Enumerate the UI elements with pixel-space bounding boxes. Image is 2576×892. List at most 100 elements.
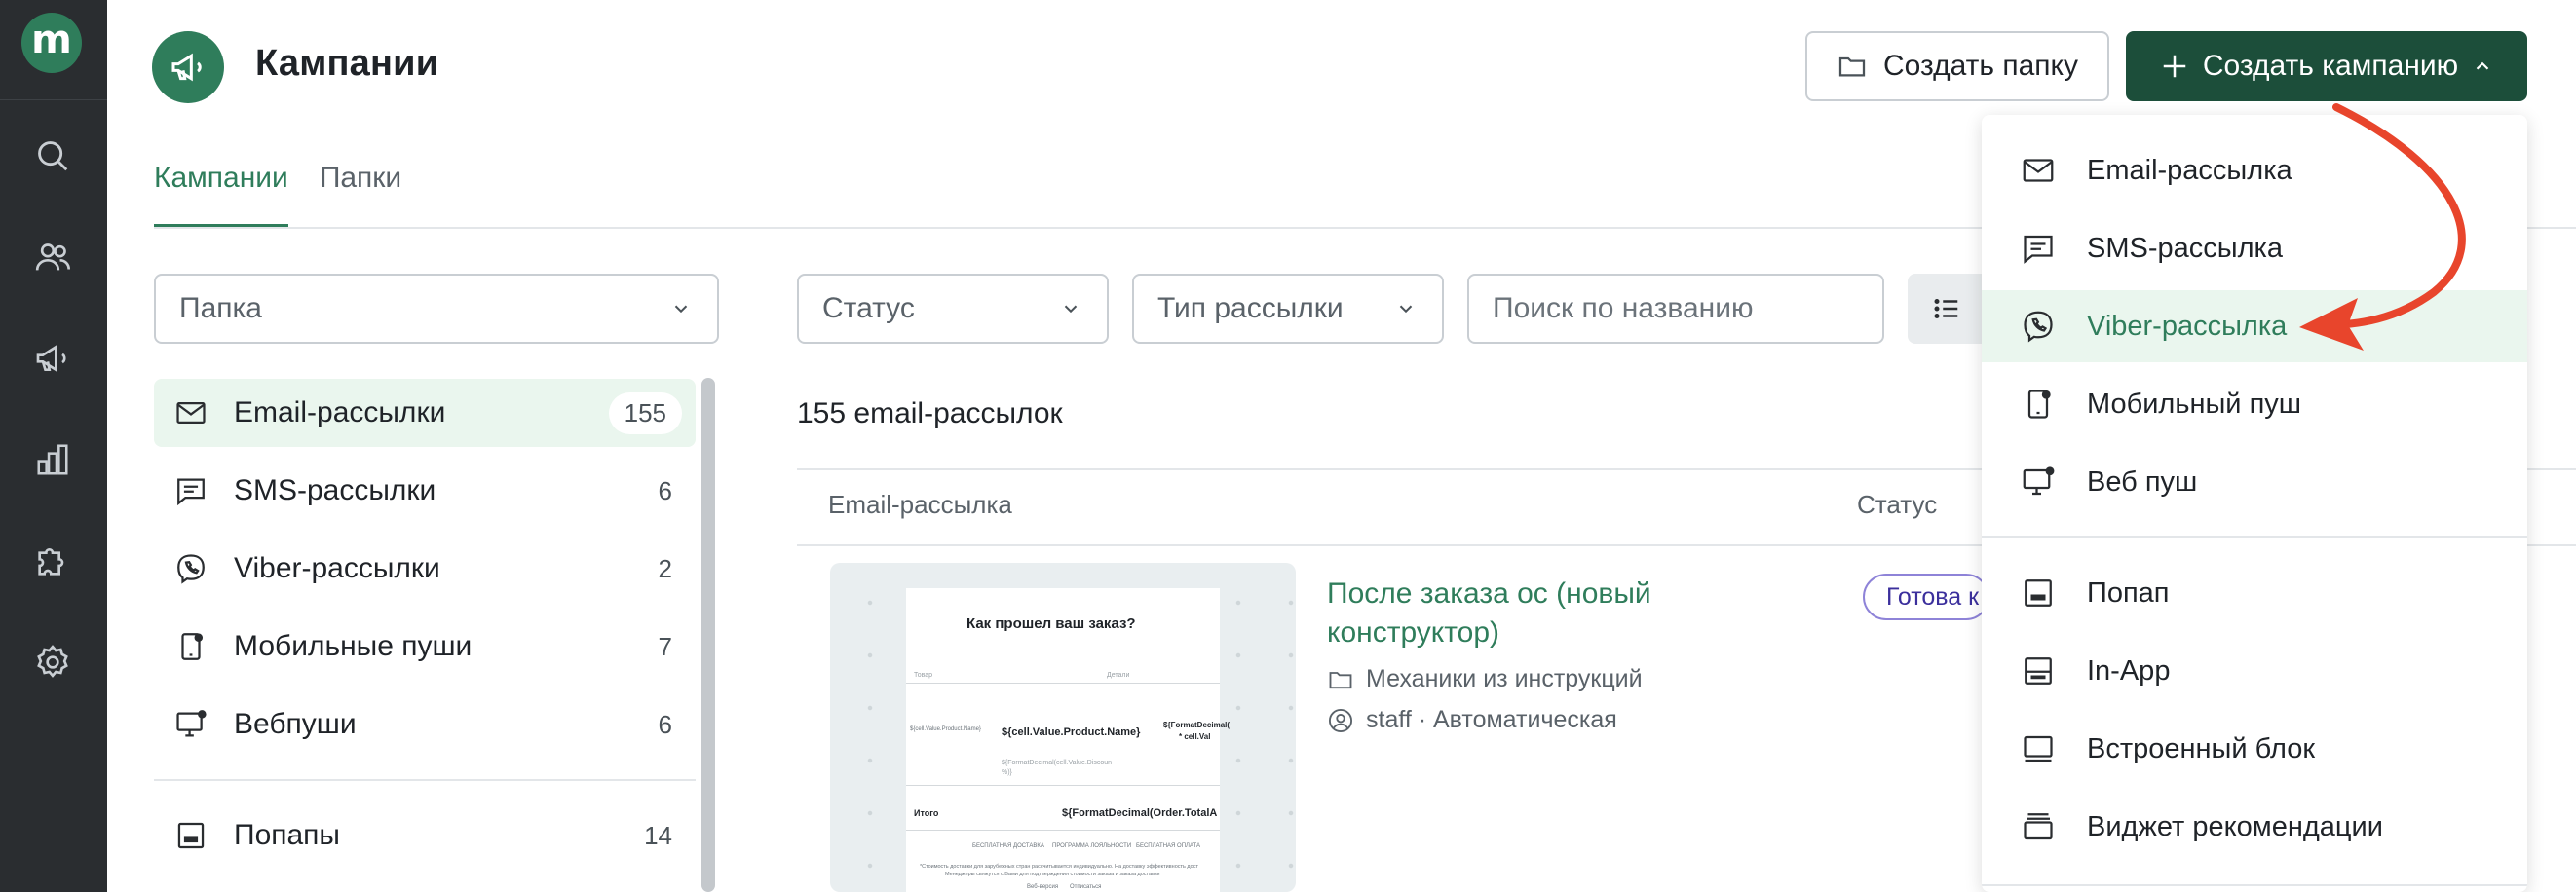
list-icon [1934,299,1958,318]
menu-item-label: In-App [2087,654,2171,687]
plus-icon [2163,55,2186,78]
popup-icon [2019,574,2058,613]
preview-bottom-link: Отписаться [1070,884,1102,890]
menu-item-label: Попап [2087,576,2170,609]
preview-bottom-link: Веб-версия [1027,884,1059,890]
bar-chart-icon[interactable] [29,436,76,483]
email-preview-sheet: Как прошел ваш заказ? Товар Детали ${cel… [906,588,1230,892]
menu-item-mobile-push[interactable]: Мобильный пуш [1982,368,2527,440]
campaign-folder-label: Механики из инструкций [1366,665,1643,692]
campaign-folder[interactable]: Механики из инструкций [1327,665,1643,693]
folder-select[interactable]: Папка [154,274,719,344]
results-count: 155 email-рассылок [797,397,1063,429]
mobile-push-icon [171,627,210,666]
preview-total-label: Итого [914,808,939,818]
folder-label: Email-рассылки [234,396,446,428]
status-badge: Готова к [1863,574,1989,620]
megaphone-icon [171,53,202,82]
preview-discount-expr: ${FormatDecimal(cell.Value.Discoun [1002,760,1113,766]
status-select[interactable]: Статус [797,274,1109,344]
create-folder-label: Создать папку [1883,50,2078,82]
folder-mobile-push[interactable]: Мобильные пуши 7 [154,613,696,681]
sms-icon [2019,229,2058,268]
menu-divider [1982,536,2527,538]
folder-count: 155 [608,391,682,434]
create-folder-button[interactable]: Создать папку [1805,31,2109,101]
menu-item-label: Мобильный пуш [2087,388,2302,420]
menu-item-label: Viber-рассылка [2087,310,2288,342]
column-header-status[interactable]: Статус [1857,490,1937,520]
status-badge-label: Готова к [1886,582,1980,611]
status-select-placeholder: Статус [822,292,915,324]
tab-campaigns[interactable]: Кампании [154,162,288,195]
chevron-down-icon [674,305,688,314]
search-placeholder: Поиск по названию [1493,292,1754,324]
tab-folders[interactable]: Папки [320,162,401,195]
folder-label: Попапы [234,819,340,851]
menu-item-label: Email-рассылка [2087,154,2292,186]
preview-divider [906,830,1220,831]
search-icon[interactable] [29,132,76,179]
mail-icon [171,393,210,432]
folder-sms[interactable]: SMS-рассылки 6 [154,457,696,525]
menu-item-web-push[interactable]: Веб пуш [1982,446,2527,518]
embedded-block-icon [2019,729,2058,768]
web-push-icon [2019,463,2058,502]
gear-icon[interactable] [29,639,76,686]
page-title: Кампании [255,43,439,84]
web-push-icon [171,705,210,744]
column-header-email[interactable]: Email-рассылка [828,490,1012,520]
menu-item-sms[interactable]: SMS-рассылка [1982,212,2527,284]
app-logo[interactable]: m [21,13,82,73]
menu-item-embedded-block[interactable]: Встроенный блок [1982,713,2527,785]
preview-heading: Как прошел ваш заказ? [966,615,1136,632]
folder-viber[interactable]: Viber-рассылки 2 [154,535,696,603]
preview-col-right: Детали [1107,672,1130,679]
page-tabs: Кампании Папки [154,162,401,195]
preview-footer-link: БЕСПЛАТНАЯ ДОСТАВКА [972,843,1044,849]
inapp-icon [2019,651,2058,690]
create-campaign-button[interactable]: Создать кампанию [2126,31,2527,101]
folder-count: 6 [658,475,672,505]
left-nav-rail: m [0,0,107,892]
chevron-down-icon [1064,305,1078,314]
menu-item-recommendation-widget[interactable]: Виджет рекомендации [1982,791,2527,863]
folder-label: Мобильные пуши [234,630,473,662]
menu-item-label: Веб пуш [2087,465,2198,498]
folder-count: 2 [658,553,672,583]
preview-price-expr: ${FormatDecimal( [1163,721,1231,729]
menu-item-email[interactable]: Email-рассылка [1982,134,2527,206]
preview-col-left: Товар [914,672,933,679]
preview-footer-link: БЕСПЛАТНАЯ ОПЛАТА [1136,843,1200,849]
preview-divider [906,785,1220,786]
menu-item-viber[interactable]: Viber-рассылка [1982,290,2527,362]
menu-item-inapp[interactable]: In-App [1982,635,2527,707]
preview-total-value: ${FormatDecimal(Order.TotalA [1062,807,1218,819]
users-icon[interactable] [29,234,76,280]
folder-label: SMS-рассылки [234,474,436,506]
folder-list-scrollbar[interactable] [701,378,715,892]
folder-label: Вебпуши [234,708,357,740]
folder-email[interactable]: Email-рассылки 155 [154,379,696,447]
preview-image-alt: ${cell.Value.Product.Name} [910,726,981,732]
viber-icon [171,549,210,588]
folder-list-divider [154,779,696,781]
folder-popups[interactable]: Попапы 14 [154,801,696,870]
create-campaign-dropdown: Email-рассылка SMS-рассылка Viber-рассыл… [1982,115,2527,892]
preview-fine-print: Менеджеры свяжутся с Вами для подтвержде… [945,872,1160,877]
preview-footer-link: ПРОГРАММА ЛОЯЛЬНОСТИ [1052,843,1132,849]
campaign-name-link[interactable]: После заказа ос (новый конструктор) [1327,575,1756,652]
mailing-type-select[interactable]: Тип рассылки [1132,274,1444,344]
chevron-down-icon [1399,305,1413,314]
mailing-type-placeholder: Тип рассылки [1157,292,1344,324]
search-by-name-input[interactable]: Поиск по названию [1467,274,1884,344]
preview-fine-print: *Стоимость доставки для зарубежных стран… [920,864,1198,870]
folder-web-push[interactable]: Вебпуши 6 [154,690,696,759]
puzzle-icon[interactable] [29,538,76,584]
list-view-toggle[interactable] [1908,274,1986,344]
menu-item-popup[interactable]: Попап [1982,557,2527,629]
folder-label: Viber-рассылки [234,552,440,584]
folder-count: 6 [658,709,672,739]
megaphone-icon[interactable] [29,335,76,382]
campaign-preview-thumbnail[interactable]: Как прошел ваш заказ? Товар Детали ${cel… [830,563,1296,892]
